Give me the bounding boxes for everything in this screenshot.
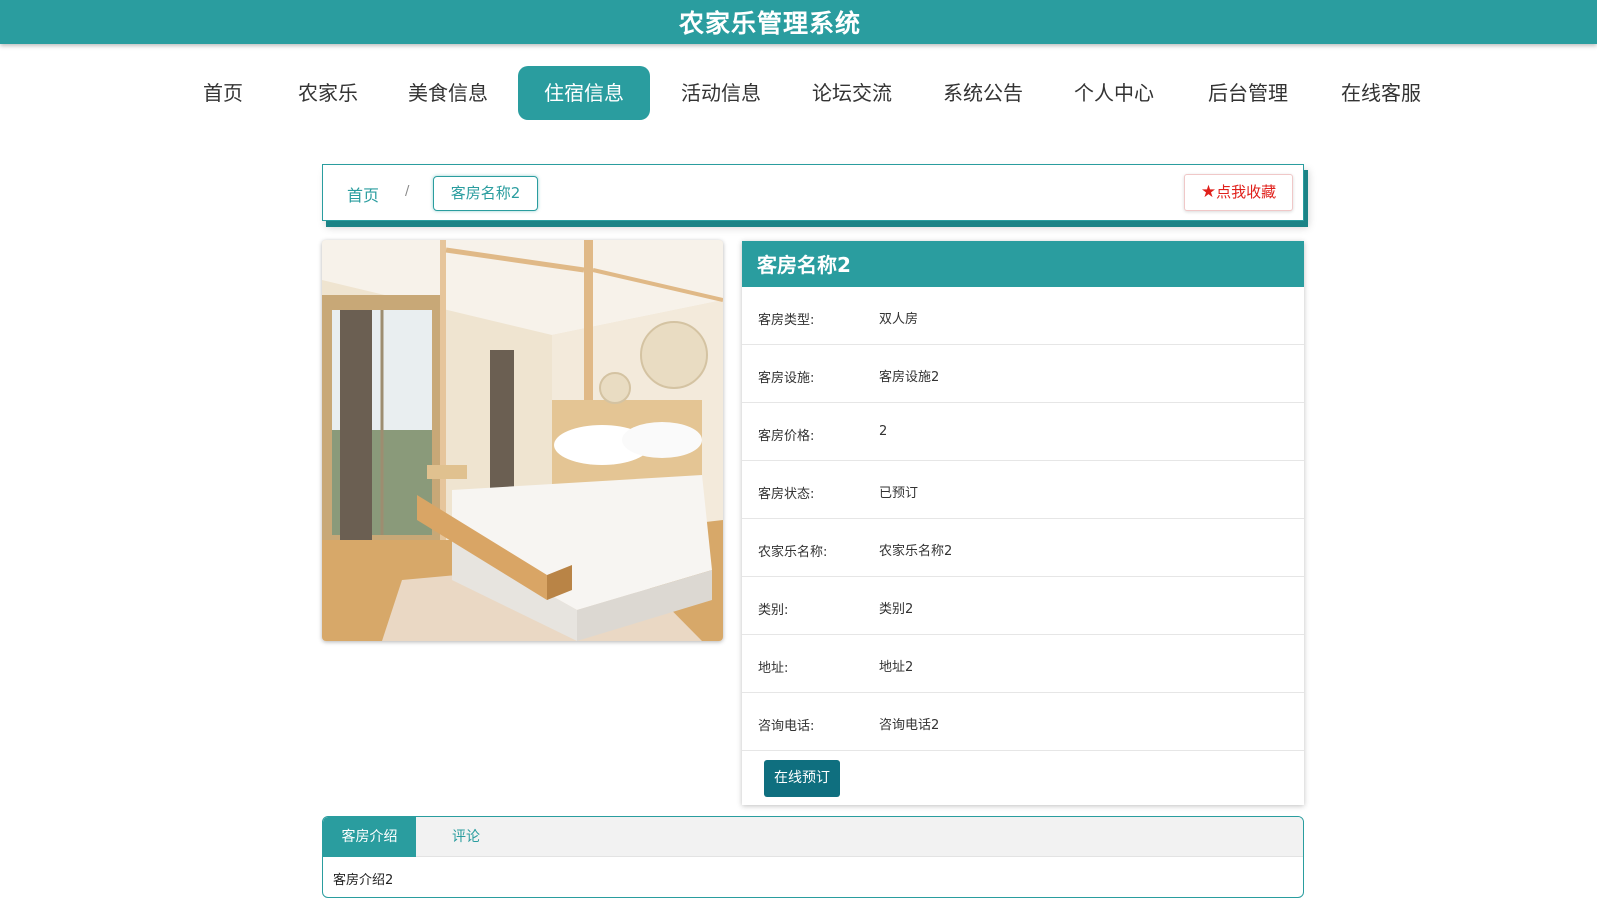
detail-value: 双人房 bbox=[879, 312, 919, 327]
detail-value: 2 bbox=[879, 424, 888, 439]
tab-content: 客房介绍2 bbox=[333, 873, 394, 888]
room-detail-panel: 客房名称2 客房类型: 双人房 客房设施: 客房设施2 客房价格: 2 客房状态… bbox=[742, 241, 1304, 805]
nav-item-announcements[interactable]: 系统公告 bbox=[934, 66, 1032, 120]
nav-item-profile[interactable]: 个人中心 bbox=[1065, 66, 1163, 120]
detail-row-room-type: 客房类型: 双人房 bbox=[742, 287, 1304, 345]
detail-label: 咨询电话: bbox=[758, 719, 815, 734]
detail-row-price: 客房价格: 2 bbox=[742, 403, 1304, 461]
detail-label: 类别: bbox=[758, 603, 789, 618]
detail-row-facilities: 客房设施: 客房设施2 bbox=[742, 345, 1304, 403]
tab-room-intro[interactable]: 客房介绍 bbox=[323, 817, 416, 857]
detail-row-address: 地址: 地址2 bbox=[742, 635, 1304, 693]
nav-item-online-service[interactable]: 在线客服 bbox=[1332, 66, 1430, 120]
detail-value: 已预订 bbox=[879, 486, 919, 501]
breadcrumb-home-link[interactable]: 首页 bbox=[347, 182, 379, 206]
detail-row-phone: 咨询电话: 咨询电话2 bbox=[742, 693, 1304, 751]
detail-row-farmstay-name: 农家乐名称: 农家乐名称2 bbox=[742, 519, 1304, 577]
detail-row-status: 客房状态: 已预订 bbox=[742, 461, 1304, 519]
detail-label: 地址: bbox=[758, 661, 789, 676]
breadcrumb: 首页 / 客房名称2 ★点我收藏 bbox=[322, 164, 1304, 221]
nav-item-food[interactable]: 美食信息 bbox=[399, 66, 497, 120]
room-info-tabs: 客房介绍 评论 客房介绍2 bbox=[322, 816, 1304, 898]
detail-value: 农家乐名称2 bbox=[879, 544, 953, 559]
detail-label: 客房类型: bbox=[758, 313, 815, 328]
detail-value: 咨询电话2 bbox=[879, 718, 940, 733]
detail-value: 类别2 bbox=[879, 602, 914, 617]
tab-strip: 客房介绍 评论 bbox=[323, 817, 1303, 857]
room-photo bbox=[322, 240, 723, 641]
favorite-button[interactable]: ★点我收藏 bbox=[1184, 174, 1293, 211]
room-photo-illustration bbox=[322, 240, 723, 641]
nav-item-activities[interactable]: 活动信息 bbox=[672, 66, 770, 120]
detail-label: 客房设施: bbox=[758, 371, 815, 386]
star-icon: ★ bbox=[1200, 182, 1217, 202]
site-title: 农家乐管理系统 bbox=[678, 9, 861, 38]
detail-value: 地址2 bbox=[879, 660, 914, 675]
detail-label: 客房价格: bbox=[758, 429, 815, 444]
main-nav: 首页 农家乐 美食信息 住宿信息 活动信息 论坛交流 系统公告 个人中心 后台管… bbox=[0, 66, 1597, 120]
nav-item-admin[interactable]: 后台管理 bbox=[1199, 66, 1297, 120]
room-name-heading: 客房名称2 bbox=[742, 241, 1304, 287]
breadcrumb-separator: / bbox=[405, 184, 410, 199]
top-header-bar: 农家乐管理系统 bbox=[0, 0, 1597, 44]
detail-label: 农家乐名称: bbox=[758, 545, 828, 560]
tab-comments[interactable]: 评论 bbox=[416, 817, 516, 857]
nav-item-lodging[interactable]: 住宿信息 bbox=[518, 66, 650, 120]
favorite-label: 点我收藏 bbox=[1216, 183, 1277, 201]
nav-item-forum[interactable]: 论坛交流 bbox=[803, 66, 901, 120]
detail-row-category: 类别: 类别2 bbox=[742, 577, 1304, 635]
nav-item-home[interactable]: 首页 bbox=[190, 66, 256, 120]
detail-value: 客房设施2 bbox=[879, 370, 940, 385]
detail-label: 客房状态: bbox=[758, 487, 815, 502]
book-online-button[interactable]: 在线预订 bbox=[764, 760, 840, 797]
breadcrumb-current: 客房名称2 bbox=[433, 176, 538, 211]
nav-item-farmstay[interactable]: 农家乐 bbox=[290, 66, 366, 120]
